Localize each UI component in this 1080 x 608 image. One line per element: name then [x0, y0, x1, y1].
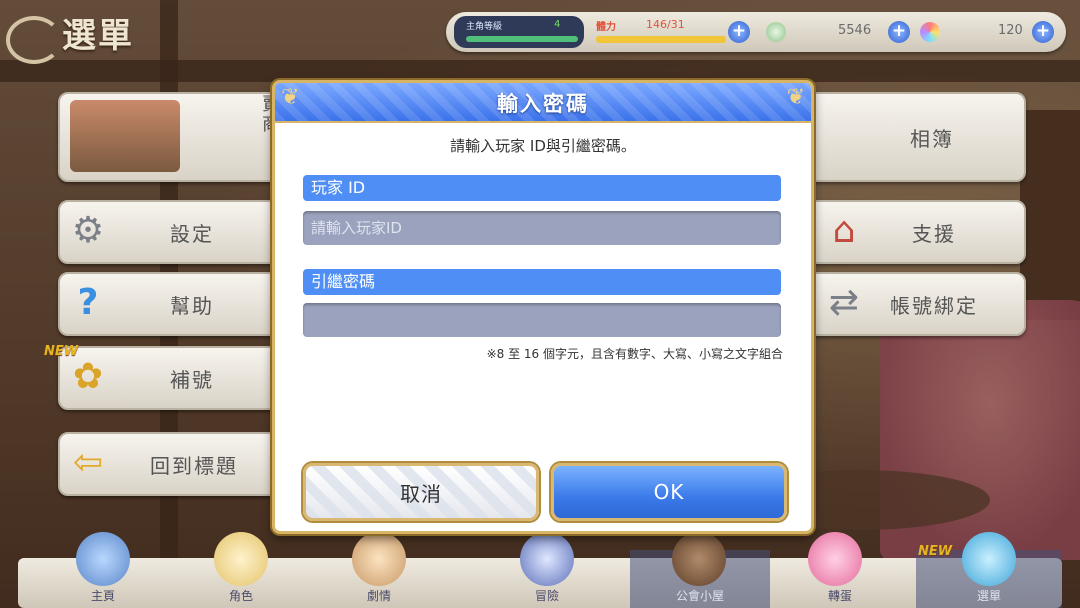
scroll-icon: [352, 532, 406, 586]
nav-gacha[interactable]: 轉蛋: [780, 532, 900, 608]
nav-adventure[interactable]: 冒險: [482, 532, 612, 608]
dialog-title: 輸入密碼: [497, 92, 589, 116]
shop-icon: [70, 100, 180, 172]
locked-house-icon: [672, 532, 726, 586]
swirl-ornament-icon: [6, 16, 62, 64]
add-stamina-button[interactable]: +: [728, 21, 750, 43]
bottom-navigation: 主頁 角色 劇情 冒險 公會小屋 轉蛋 NEW 選單: [0, 532, 1080, 608]
gem-count: 120: [998, 23, 1023, 38]
cancel-button[interactable]: 取消: [303, 463, 539, 521]
menu-account-link-label: 帳號綁定: [890, 293, 978, 318]
level-value: 4: [554, 19, 561, 30]
question-icon: ?: [77, 281, 99, 323]
menu-redeem-button[interactable]: ✿ 補號: [58, 346, 302, 410]
new-badge: NEW: [44, 344, 79, 359]
character-icon: [214, 532, 268, 586]
nav-characters[interactable]: 角色: [186, 532, 296, 608]
add-coins-button[interactable]: +: [888, 21, 910, 43]
player-level-panel: 主角等級 4: [454, 16, 584, 48]
nav-guild-house-label: 公會小屋: [675, 589, 724, 603]
gear-icon: ⚙: [71, 209, 105, 251]
menu-album-button[interactable]: 相簿: [790, 92, 1026, 182]
stamina-value: 146/31: [646, 18, 685, 31]
menu-support-button[interactable]: ⌂ 支援: [790, 200, 1026, 264]
nav-menu[interactable]: NEW 選單: [916, 532, 1062, 608]
nav-story[interactable]: 劇情: [324, 532, 434, 608]
nav-menu-new-badge: NEW: [918, 544, 953, 559]
stamina-label: 體力: [596, 22, 616, 33]
gacha-icon: [808, 532, 862, 586]
menu-account-link-button[interactable]: ⇄ 帳號綁定: [790, 272, 1026, 336]
ok-button[interactable]: OK: [551, 463, 787, 521]
menu-shop-button[interactable]: 賣商: [58, 92, 302, 182]
nav-guild-house[interactable]: 公會小屋: [630, 532, 770, 608]
menu-help-label: 幫助: [170, 293, 214, 318]
menu-support-label: 支援: [912, 221, 956, 246]
coin-count: 5546: [838, 23, 872, 38]
nav-adventure-label: 冒險: [534, 589, 559, 603]
back-arrow-icon: ⇦: [72, 441, 104, 483]
nav-story-label: 劇情: [366, 589, 391, 603]
status-bar: 主角等級 4 體力 146/31 + 5546 + 120 +: [446, 12, 1066, 52]
menu-settings-button[interactable]: ⚙ 設定: [58, 200, 302, 264]
shop-stall-icon: ⌂: [832, 209, 856, 251]
sword-flag-icon: [520, 532, 574, 586]
menu-album-label: 相簿: [910, 126, 954, 151]
experience-bar: [466, 36, 578, 42]
add-gems-button[interactable]: +: [1032, 21, 1054, 43]
dialog-header: ❦ 輸入密碼 ❦: [275, 83, 811, 123]
home-icon: [76, 532, 130, 586]
player-id-input[interactable]: [303, 211, 781, 245]
nav-home[interactable]: 主頁: [48, 532, 158, 608]
menu-return-title-label: 回到標題: [150, 453, 238, 478]
screen-title-text: 選單: [62, 16, 134, 56]
password-input[interactable]: [303, 303, 781, 337]
menu-settings-label: 設定: [170, 221, 214, 246]
menu-redeem-label: 補號: [170, 367, 214, 392]
ornament-right-icon: ❦: [786, 85, 805, 110]
nav-home-label: 主頁: [90, 589, 115, 603]
screen-title: 選單: [6, 6, 176, 64]
menu-return-title-button[interactable]: ⇦ 回到標題: [58, 432, 302, 496]
coin-icon: [766, 22, 786, 42]
player-id-label: 玩家 ID: [303, 175, 781, 201]
password-dialog: ❦ 輸入密碼 ❦ 請輸入玩家 ID與引繼密碼。 玩家 ID 引繼密碼 ※8 至 …: [272, 80, 814, 534]
menu-help-button[interactable]: ? 幫助: [58, 272, 302, 336]
dialog-instruction: 請輸入玩家 ID與引繼密碼。: [450, 137, 636, 155]
link-devices-icon: ⇄: [828, 281, 860, 323]
nav-gacha-label: 轉蛋: [827, 589, 852, 603]
menu-icon: [962, 532, 1016, 586]
password-rule-note: ※8 至 16 個字元，且含有數字、大寫、小寫之文字組合: [486, 347, 783, 361]
stamina-bar: [596, 36, 726, 43]
nav-characters-label: 角色: [228, 589, 253, 603]
password-label: 引繼密碼: [303, 269, 781, 295]
nav-menu-label: 選單: [976, 589, 1001, 603]
gem-icon: [920, 22, 940, 42]
level-label: 主角等級: [466, 22, 503, 32]
